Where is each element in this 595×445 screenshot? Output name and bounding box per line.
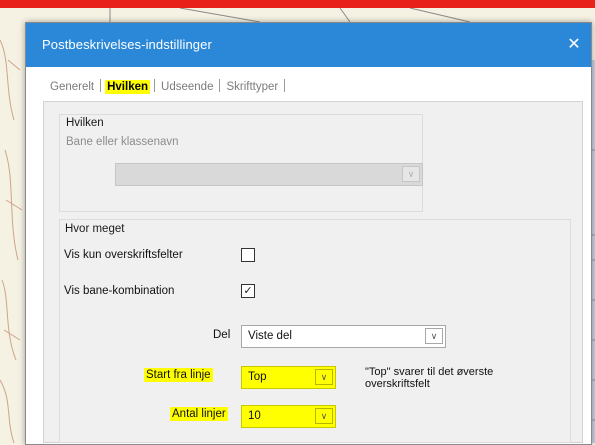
dialog-title: Postbeskrivelses-indstillinger: [42, 37, 212, 52]
tab-separator: [100, 79, 102, 92]
show-combination-label: Vis bane-kombination: [64, 285, 175, 297]
start-line-select[interactable]: Top ∨: [241, 366, 336, 389]
chevron-down-icon[interactable]: ∨: [425, 328, 443, 344]
course-label: Bane eller klassenavn: [66, 136, 179, 148]
map-red-border: [0, 0, 595, 8]
tab-skrifttyper[interactable]: Skrifttyper: [224, 80, 280, 94]
show-combination-checkbox[interactable]: ✓: [241, 284, 255, 298]
tab-separator: [219, 79, 221, 92]
start-line-note: "Top" svarer til det øverste overskrifts…: [365, 366, 494, 390]
start-line-label: Start fra linje: [144, 368, 213, 382]
num-lines-select[interactable]: 10 ∨: [241, 405, 336, 428]
tab-generelt[interactable]: Generelt: [48, 80, 96, 94]
tab-strip: Generelt Hvilken Udseende Skrifttyper: [48, 79, 289, 97]
part-select[interactable]: Viste del ∨: [241, 325, 446, 348]
tab-hvilken[interactable]: Hvilken: [105, 80, 151, 94]
num-lines-select-value: 10: [248, 410, 261, 422]
only-headers-checkbox[interactable]: [241, 248, 255, 262]
part-select-value: Viste del: [248, 330, 292, 342]
which-group-title: Hvilken: [66, 117, 104, 129]
tab-udseende[interactable]: Udseende: [159, 80, 215, 94]
start-line-select-value: Top: [248, 371, 267, 383]
which-group: Hvilken Bane eller klassenavn ∨: [59, 114, 423, 212]
chevron-down-icon[interactable]: ∨: [315, 369, 333, 385]
num-lines-label: Antal linjer: [170, 407, 228, 421]
close-icon[interactable]: ✕: [557, 23, 591, 67]
amount-group: Hvor meget Vis kun overskriftsfelter Vis…: [59, 219, 571, 443]
tab-content-panel: Hvilken Bane eller klassenavn ∨ Hvor meg…: [43, 101, 583, 443]
part-label: Del: [213, 329, 231, 341]
course-select[interactable]: ∨: [115, 163, 423, 186]
only-headers-label: Vis kun overskriftsfelter: [64, 249, 183, 261]
tab-separator: [284, 79, 286, 92]
chevron-down-icon[interactable]: ∨: [402, 166, 420, 182]
chevron-down-icon[interactable]: ∨: [315, 408, 333, 424]
dialog-titlebar[interactable]: Postbeskrivelses-indstillinger ✕: [26, 23, 591, 67]
tab-separator: [154, 79, 156, 92]
amount-group-title: Hvor meget: [65, 223, 125, 235]
settings-dialog: Postbeskrivelses-indstillinger ✕ Generel…: [25, 22, 592, 445]
